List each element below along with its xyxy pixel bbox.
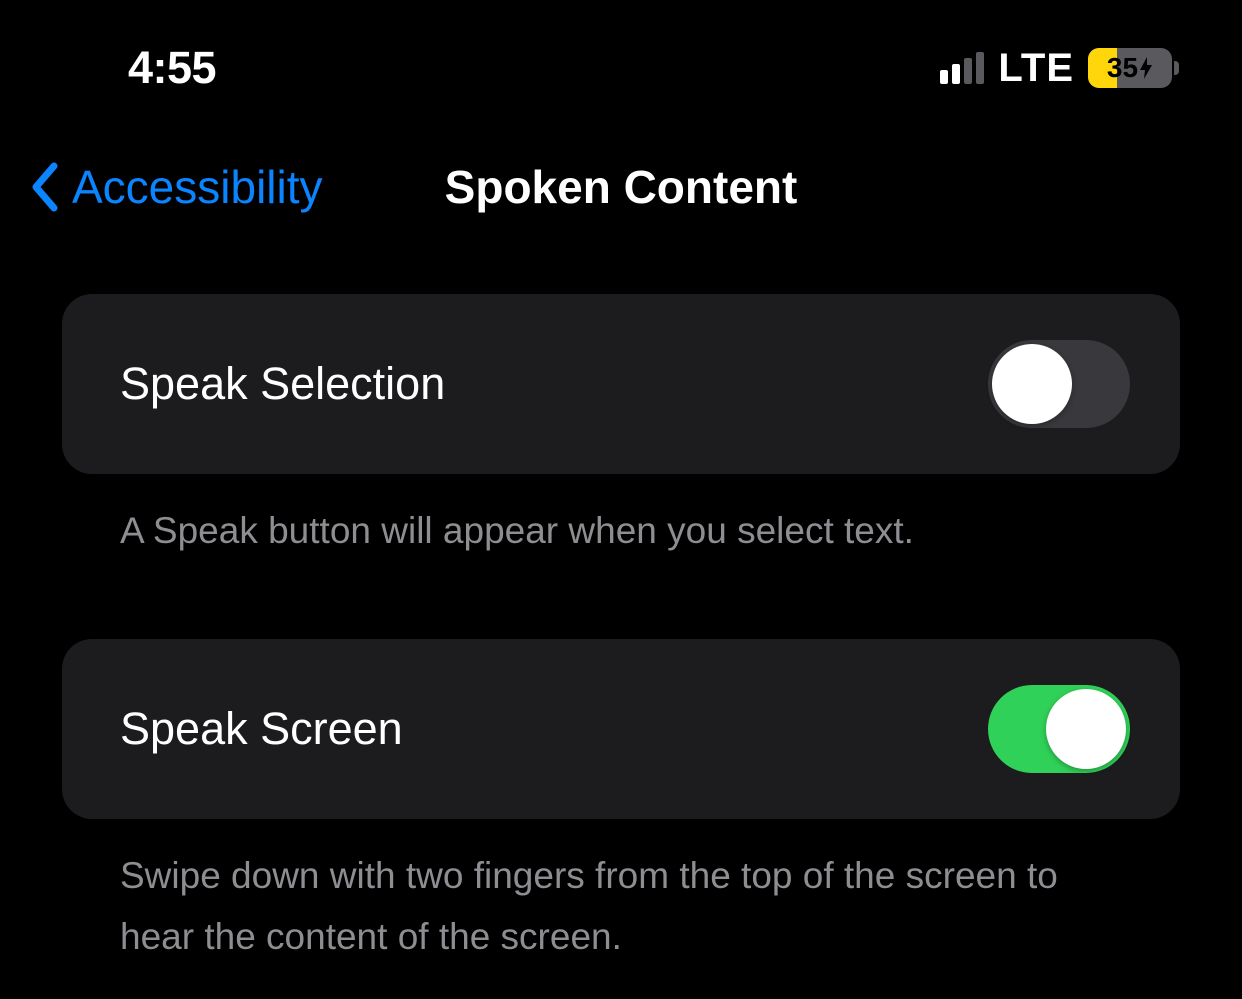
battery-percent: 35 — [1107, 52, 1138, 84]
setting-row-speak-selection[interactable]: Speak Selection — [62, 294, 1180, 474]
battery-indicator: 35 — [1088, 48, 1172, 88]
status-bar: 4:55 LTE 35 — [0, 0, 1242, 100]
setting-label: Speak Selection — [120, 358, 445, 410]
speak-selection-toggle[interactable] — [988, 340, 1130, 428]
page-title: Spoken Content — [445, 160, 798, 214]
settings-list: Speak Selection A Speak button will appe… — [0, 244, 1242, 967]
setting-group-speak-selection: Speak Selection A Speak button will appe… — [62, 294, 1180, 561]
back-button[interactable]: Accessibility — [30, 160, 323, 214]
status-time: 4:55 — [128, 42, 216, 94]
speak-screen-toggle[interactable] — [988, 685, 1130, 773]
setting-label: Speak Screen — [120, 703, 403, 755]
setting-description: A Speak button will appear when you sele… — [62, 474, 1180, 561]
toggle-knob — [1046, 689, 1126, 769]
network-label: LTE — [998, 46, 1074, 91]
back-label: Accessibility — [72, 160, 323, 214]
charging-bolt-icon — [1139, 57, 1153, 79]
nav-header: Accessibility Spoken Content — [0, 100, 1242, 244]
setting-description: Swipe down with two fingers from the top… — [62, 819, 1180, 967]
cellular-signal-icon — [940, 52, 984, 84]
toggle-knob — [992, 344, 1072, 424]
setting-group-speak-screen: Speak Screen Swipe down with two fingers… — [62, 639, 1180, 967]
status-right: LTE 35 — [940, 46, 1172, 91]
chevron-left-icon — [30, 162, 60, 212]
setting-row-speak-screen[interactable]: Speak Screen — [62, 639, 1180, 819]
